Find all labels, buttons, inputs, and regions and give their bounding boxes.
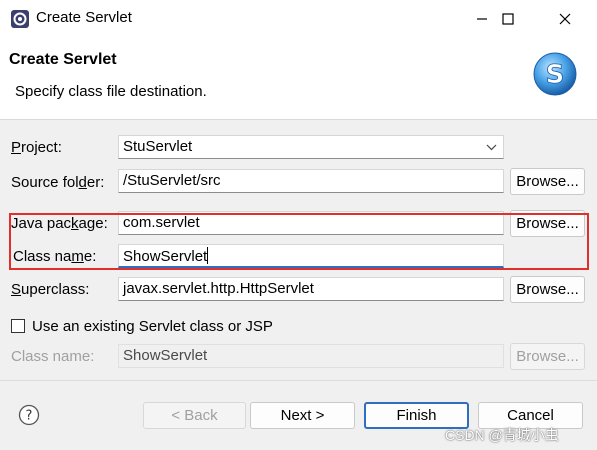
source-folder-value: /StuServlet/src <box>123 172 221 189</box>
wizard-title: Create Servlet <box>9 51 117 68</box>
servlet-wizard-icon: S <box>533 52 577 96</box>
existing-class-browse-button: Browse... <box>510 343 585 370</box>
superclass-browse-button[interactable]: Browse... <box>510 276 585 303</box>
source-folder-browse-button[interactable]: Browse... <box>510 168 585 195</box>
existing-class-name-label: Class name: <box>11 348 95 365</box>
window-title: Create Servlet <box>36 9 132 26</box>
footer-separator <box>0 380 597 381</box>
existing-class-name-field: ShowServlet <box>118 344 504 368</box>
project-label: Project: <box>11 139 62 156</box>
use-existing-label[interactable]: Use an existing Servlet class or JSP <box>32 318 273 335</box>
svg-text:S: S <box>546 60 565 90</box>
window-titlebar: Create Servlet <box>0 0 597 37</box>
superclass-field[interactable]: javax.servlet.http.HttpServlet <box>118 277 504 301</box>
annotation-highlight-box <box>9 213 589 270</box>
next-label: Next > <box>280 407 325 424</box>
superclass-value: javax.servlet.http.HttpServlet <box>123 280 314 297</box>
watermark-text: CSDN @青城小虫 <box>445 427 559 443</box>
source-folder-label: Source folder: <box>11 174 105 191</box>
existing-class-name-value: ShowServlet <box>123 347 208 364</box>
back-button: < Back <box>143 402 246 429</box>
cancel-label: Cancel <box>507 407 554 424</box>
finish-label: Finish <box>396 407 437 424</box>
help-icon[interactable]: ? <box>18 404 40 426</box>
project-combo[interactable]: StuServlet <box>118 135 504 159</box>
maximize-icon <box>502 12 514 25</box>
maximize-button[interactable] <box>485 0 531 37</box>
svg-text:?: ? <box>26 409 33 424</box>
chevron-down-icon <box>486 144 497 151</box>
use-existing-checkbox[interactable] <box>11 319 25 333</box>
back-label: < Back <box>171 407 218 424</box>
close-button[interactable] <box>542 0 588 37</box>
source-folder-field[interactable]: /StuServlet/src <box>118 169 504 193</box>
wizard-header: Create Servlet Specify class file destin… <box>0 37 597 120</box>
close-icon <box>559 13 571 24</box>
wizard-description: Specify class file destination. <box>15 83 207 100</box>
superclass-label: Superclass: <box>11 281 90 298</box>
next-button[interactable]: Next > <box>250 402 355 429</box>
eclipse-app-icon <box>11 10 29 28</box>
project-value: StuServlet <box>123 138 193 155</box>
